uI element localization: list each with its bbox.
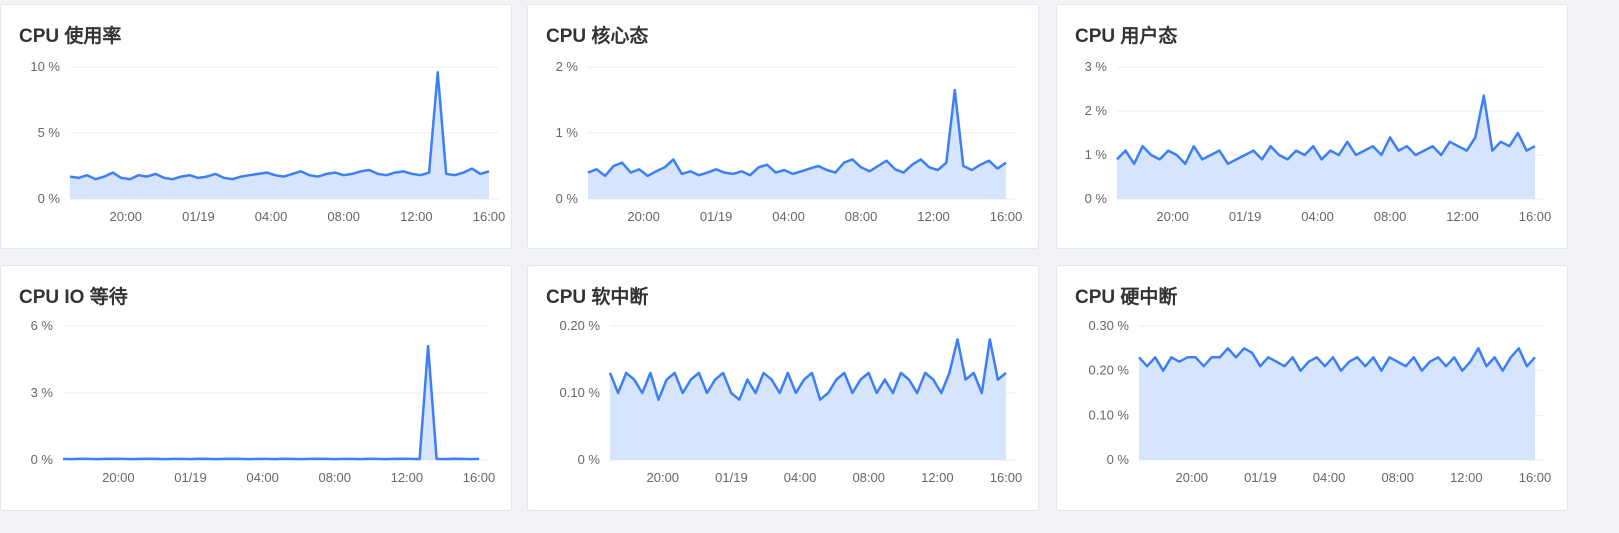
x-tick-label: 20:00: [1156, 209, 1189, 224]
y-tick-label: 3 %: [31, 385, 54, 400]
y-tick-label: 0 %: [38, 191, 61, 206]
y-tick-label: 0.30 %: [1089, 318, 1130, 333]
series-area: [588, 90, 1006, 199]
x-tick-label: 12:00: [1446, 209, 1479, 224]
chart-card-cpu-user: CPU 用户态 3 % 2 % 1 % 0 % 20:00 01/19 04:00 08:00…: [1056, 4, 1568, 249]
x-tick-label: 16:00: [990, 209, 1023, 224]
x-tick-label: 20:00: [109, 209, 142, 224]
x-tick-label: 16:00: [1519, 470, 1552, 485]
y-tick-label: 5 %: [38, 125, 61, 140]
series-area: [63, 346, 479, 460]
series-line: [62, 344, 480, 461]
y-tick-label: 0.20 %: [1089, 363, 1130, 378]
series-area: [70, 72, 489, 199]
x-tick-label: 04:00: [246, 470, 279, 485]
x-tick-label: 01/19: [1244, 470, 1277, 485]
x-tick-label: 12:00: [391, 470, 424, 485]
x-tick-label: 01/19: [715, 470, 748, 485]
y-tick-label: 0 %: [1107, 452, 1130, 467]
x-tick-label: 20:00: [627, 209, 660, 224]
x-tick-label: 01/19: [174, 470, 207, 485]
chart-svg: 0.30 % 0.20 % 0.10 % 0 % 20:00 01/19 04:00 08:0…: [1089, 318, 1552, 485]
chart-svg: 3 % 2 % 1 % 0 % 20:00 01/19 04:00 08:00 12:00 16:…: [1085, 59, 1552, 224]
chart-card-cpu-usage: CPU 使用率 10 % 5 % 0 % 20:00 01/19 04:00 08:00 12…: [0, 4, 512, 249]
y-tick-label: 1 %: [556, 125, 579, 140]
x-tick-label: 04:00: [1301, 209, 1334, 224]
y-tick-label: 0 %: [578, 452, 601, 467]
chart-svg: 10 % 5 % 0 % 20:00 01/19 04:00 08:00 12:00 16:00: [30, 59, 506, 224]
x-tick-label: 01/19: [700, 209, 733, 224]
x-tick-label: 04:00: [255, 209, 288, 224]
chart-card-cpu-hardirq: CPU 硬中断 0.30 % 0.20 % 0.10 % 0 % 20:00 01/19 0…: [1056, 265, 1568, 511]
y-tick-label: 10 %: [30, 59, 60, 74]
x-tick-label: 16:00: [473, 209, 506, 224]
chart-svg: 0.20 % 0.10 % 0 % 20:00 01/19 04:00 08:00 12:00…: [560, 318, 1023, 485]
x-tick-label: 01/19: [182, 209, 215, 224]
x-tick-label: 08:00: [1374, 209, 1407, 224]
x-tick-label: 04:00: [772, 209, 805, 224]
x-tick-label: 08:00: [327, 209, 360, 224]
chart-card-cpu-kernel: CPU 核心态 2 % 1 % 0 % 20:00 01/19 04:00 08:00 12:…: [527, 4, 1039, 249]
x-tick-label: 01/19: [1229, 209, 1262, 224]
x-tick-label: 12:00: [921, 470, 954, 485]
y-tick-label: 1 %: [1085, 147, 1108, 162]
x-tick-label: 04:00: [1313, 470, 1346, 485]
x-tick-label: 04:00: [784, 470, 817, 485]
y-tick-label: 3 %: [1085, 59, 1108, 74]
x-tick-label: 20:00: [647, 470, 680, 485]
x-tick-label: 08:00: [845, 209, 878, 224]
chart-card-cpu-iowait: CPU IO 等待 6 % 3 % 0 % 20:00 01/19 04:00 08:00 1…: [0, 265, 512, 511]
x-tick-label: 12:00: [400, 209, 433, 224]
x-tick-label: 08:00: [1381, 470, 1414, 485]
y-tick-label: 0 %: [556, 191, 579, 206]
x-tick-label: 16:00: [463, 470, 496, 485]
x-tick-label: 20:00: [102, 470, 135, 485]
y-tick-label: 6 %: [31, 318, 54, 333]
y-tick-label: 0 %: [31, 452, 54, 467]
x-tick-label: 16:00: [990, 470, 1023, 485]
series-line: [69, 71, 490, 181]
series-area: [610, 339, 1006, 460]
y-tick-label: 0.10 %: [1089, 407, 1130, 422]
x-tick-label: 08:00: [318, 470, 351, 485]
dashboard-grid: CPU 使用率 10 % 5 % 0 % 20:00 01/19 04:00 08:00 12…: [0, 0, 1619, 533]
y-tick-label: 0 %: [1085, 191, 1108, 206]
chart-svg: 2 % 1 % 0 % 20:00 01/19 04:00 08:00 12:00 16:00: [556, 59, 1023, 224]
x-tick-label: 16:00: [1519, 209, 1552, 224]
chart-svg: 6 % 3 % 0 % 20:00 01/19 04:00 08:00 12:00 16:00: [31, 318, 496, 485]
y-tick-label: 0.10 %: [560, 385, 601, 400]
x-tick-label: 12:00: [1450, 470, 1483, 485]
x-tick-label: 08:00: [852, 470, 885, 485]
x-tick-label: 20:00: [1176, 470, 1209, 485]
y-tick-label: 2 %: [1085, 103, 1108, 118]
chart-card-cpu-softirq: CPU 软中断 0.20 % 0.10 % 0 % 20:00 01/19 04:00 08…: [527, 265, 1039, 511]
x-tick-label: 12:00: [917, 209, 950, 224]
y-tick-label: 2 %: [556, 59, 579, 74]
y-tick-label: 0.20 %: [560, 318, 601, 333]
